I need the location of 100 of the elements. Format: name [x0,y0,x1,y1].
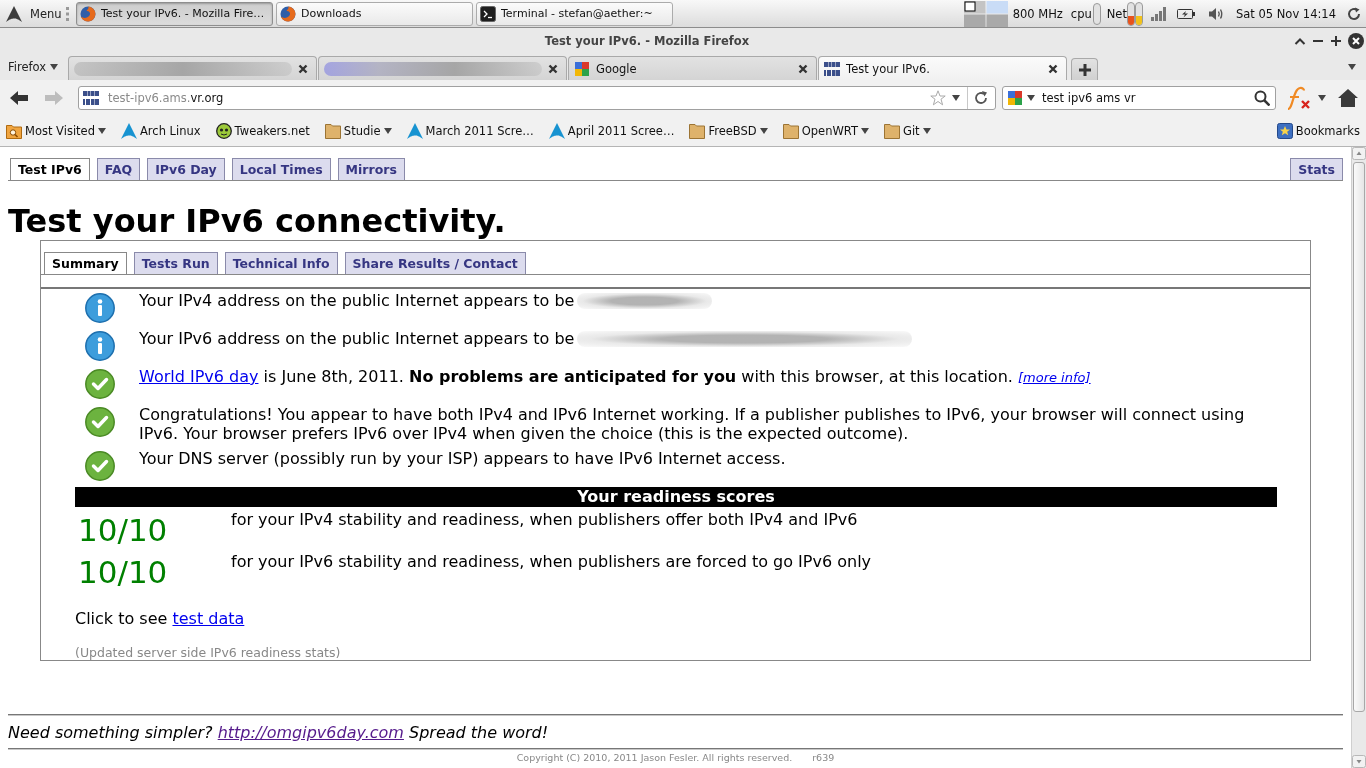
search-engine-icon[interactable] [1007,90,1023,106]
vertical-scrollbar[interactable] [1351,147,1366,768]
plus-icon [1078,63,1091,76]
taskbar-button[interactable]: Downloads [276,1,473,26]
reload-icon[interactable] [973,90,989,106]
new-tab-button[interactable] [1071,58,1099,80]
arch-logo-icon [406,123,423,139]
workspace-pager-icon[interactable] [963,0,1008,27]
terminal-icon [480,5,496,22]
page-heading: Test your IPv6 connectivity. [8,202,507,240]
score-value: 10/10 [77,512,169,548]
maximize-icon[interactable] [1330,35,1342,47]
score-description: for your IPv4 stability and readiness, when publishers offer both IPv4 and IPv6 [231,510,859,529]
bookmark-item[interactable]: April 2011 Scree… [548,123,675,139]
signal-icon [1150,6,1167,21]
inline-link[interactable]: World IPv6 day [139,367,259,386]
page-tab[interactable]: Test IPv6 [10,158,90,180]
search-icon[interactable] [1254,90,1270,106]
scroll-down-button[interactable] [1352,755,1366,768]
folder-icon [689,123,706,139]
stats-note: (Updated server side IPv6 readiness stats) [75,645,342,660]
caret-down-icon[interactable] [1027,95,1035,101]
section-tab[interactable]: Tests Run [133,252,218,274]
test-data-note: Click to see test data [75,609,246,628]
caret-down-icon[interactable] [952,95,960,101]
url-link[interactable]: http://omgipv6day.com [217,723,404,742]
globe-icon [280,5,296,22]
close-icon[interactable] [798,63,809,74]
app-menu-button[interactable]: Firefox [8,55,59,79]
caret-down-icon[interactable] [1318,95,1326,101]
net-label: Net [1106,6,1127,21]
menu-button[interactable]: Menu [6,1,64,26]
taskbar-button[interactable]: Test your IPv6. - Mozilla Fire… [76,1,273,26]
check-icon [85,407,115,437]
caret-down-icon[interactable] [1348,64,1356,70]
browser-tab[interactable]: Test your IPv6. [818,56,1068,80]
test-data-link[interactable]: test data [172,609,245,628]
info-icon [85,331,115,361]
page-tab[interactable]: IPv6 Day [147,158,225,180]
bookmark-item[interactable]: Tweakers.net [215,123,310,139]
revision-text: r639 [812,752,835,764]
arch-logo-icon [548,123,565,139]
page-tab[interactable]: FAQ [96,158,141,180]
close-icon[interactable] [1348,33,1364,49]
status-message: Congratulations! You appear to have both IPv4 and IPv6 Internet working. If a publisher publishes to IPv6, your browser will connect using IPv6. Your browser prefers IPv6 over IPv4 when given the choice (this is the expected outcome). [139,405,1245,443]
url-field[interactable]: test-ipv6.ams.vr.org [78,86,996,110]
cpu-label: cpu [1070,6,1092,21]
check-icon [85,369,115,399]
status-message: Your IPv4 address on the public Internet appears to be [139,291,575,310]
caret-down-icon [50,64,59,70]
close-icon[interactable] [1048,63,1059,74]
bookmark-item[interactable]: Studie [324,123,392,139]
refresh-icon[interactable] [1346,5,1362,22]
battery-icon [1176,7,1195,20]
page-tab[interactable]: Mirrors [337,158,405,180]
section-tab[interactable]: Summary [44,252,127,274]
back-arrow-icon[interactable] [10,90,28,106]
bookmark-item[interactable]: Arch Linux [121,123,201,139]
folder-icon [782,123,799,139]
scroll-up-button[interactable] [1352,147,1366,160]
search-field[interactable]: test ipv6 ams vr [1002,86,1276,110]
section-tab[interactable]: Share Results / Contact [344,252,526,274]
page-tab[interactable]: Local Times [231,158,331,180]
status-message: Your DNS server (possibly run by your ISP) appears to have IPv6 Internet access. [139,449,786,468]
star-icon[interactable] [930,90,946,106]
cpu-meter-icon [1092,2,1101,25]
bookmark-item[interactable]: FreeBSD [689,123,768,139]
arch-logo-icon [121,123,137,139]
close-icon[interactable] [298,63,309,74]
section-tab[interactable]: Technical Info [224,252,338,274]
smiley-icon [215,123,232,139]
status-message: Your IPv6 address on the public Internet appears to be [139,329,575,348]
page-tab[interactable]: Stats [1290,158,1343,180]
browser-tab[interactable]: Google [568,56,818,80]
arch-logo-icon [6,5,22,22]
more-info-link[interactable]: [more info] [1017,370,1091,385]
volume-icon[interactable] [1207,5,1225,22]
taskbar-button[interactable]: Terminal - stefan@aether:~ [476,1,673,26]
folder-icon [883,123,900,139]
search-folder-icon [6,123,22,139]
check-icon [85,451,115,481]
close-icon[interactable] [548,63,559,74]
bookmark-item[interactable]: OpenWRT [782,123,869,139]
bookmark-item[interactable]: March 2011 Scre… [406,123,534,139]
bookmark-item[interactable]: Git [883,123,931,139]
bookmarks-menu-button[interactable]: Bookmarks [1276,123,1360,139]
scrollbar-thumb[interactable] [1353,162,1365,712]
home-icon[interactable] [1338,89,1358,107]
plugin-blocked-icon[interactable] [1286,86,1310,110]
bookmark-item[interactable]: Most Visited [6,123,106,139]
folder-icon [324,123,341,139]
window-title: Test your IPv6. - Mozilla Firefox [544,34,750,48]
globe-icon [80,5,96,22]
favicon-icon [824,60,841,77]
bookmarks-icon [1276,123,1293,139]
favicon-icon [83,90,99,106]
score-value: 10/10 [77,554,169,590]
status-message: World IPv6 day is June 8th, 2011. No problems are anticipated for you with this browser, at this location. [more info] [139,367,1091,386]
net-meter-icon [1126,1,1143,26]
score-description: for your IPv6 stability and readiness, when publishers are forced to go IPv6 only [231,552,873,571]
